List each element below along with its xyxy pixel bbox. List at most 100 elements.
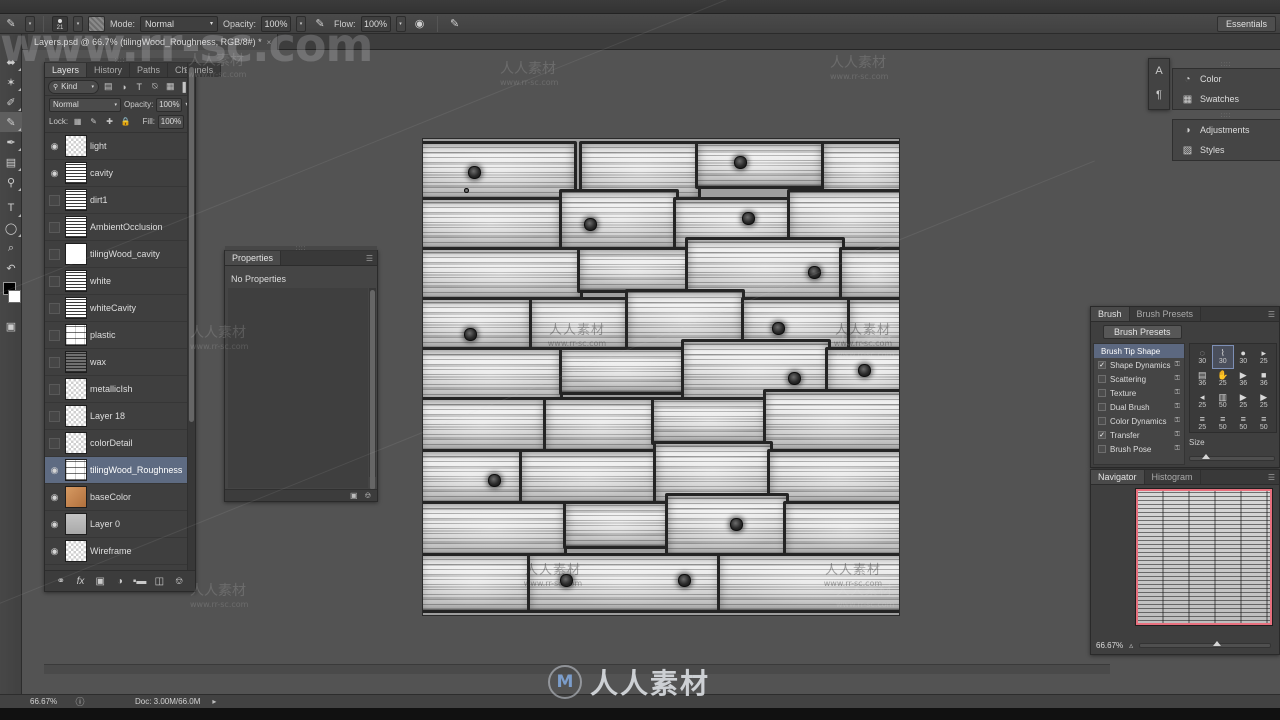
filter-type-layers-icon[interactable]: T <box>133 80 146 94</box>
layer-visibility-off-icon[interactable] <box>47 384 62 395</box>
background-color-swatch[interactable] <box>8 290 21 303</box>
layer-visibility-eye-icon[interactable]: ◉ <box>47 492 62 503</box>
layer-row[interactable]: Layer 18 <box>45 403 195 430</box>
brush-tip-cell[interactable]: ◂ 25 <box>1192 390 1213 412</box>
tab-paths[interactable]: Paths <box>130 63 169 77</box>
layer-row[interactable]: white <box>45 268 195 295</box>
brush-presets-button[interactable]: Brush Presets <box>1103 325 1182 339</box>
brush-tip-cell[interactable]: ▶ 25 <box>1233 390 1254 412</box>
layer-row[interactable]: plastic <box>45 322 195 349</box>
checkbox-checked-icon[interactable]: ✓ <box>1098 431 1106 439</box>
brush-size-slider[interactable] <box>1189 454 1275 461</box>
layer-thumbnail[interactable] <box>65 486 87 508</box>
lock-icon[interactable]: ⚿ <box>1175 417 1180 425</box>
layer-visibility-off-icon[interactable] <box>47 330 62 341</box>
tool-brush[interactable]: ✎ <box>0 112 22 132</box>
checkbox-icon[interactable] <box>1098 375 1106 383</box>
lock-image-pixels-icon[interactable]: ✎ <box>87 115 100 128</box>
checkbox-checked-icon[interactable]: ✓ <box>1098 361 1106 369</box>
layer-visibility-off-icon[interactable] <box>47 357 62 368</box>
brush-preset-picker-dropdown[interactable]: ▾ <box>73 15 83 32</box>
layer-visibility-eye-icon[interactable]: ◉ <box>47 168 62 179</box>
checkbox-icon[interactable] <box>1098 445 1106 453</box>
properties-mask-icon[interactable]: ▣ <box>350 491 358 500</box>
document-canvas[interactable]: 人人素材 www.rr-sc.com 人人素材 www.rr-sc.com 人人… <box>422 138 900 616</box>
paragraph-panel-icon[interactable]: ¶ <box>1149 83 1169 107</box>
layer-row[interactable]: ◉ Layer 0 <box>45 511 195 538</box>
new-group-icon[interactable]: ▪▬ <box>133 576 147 587</box>
layers-scrollbar[interactable] <box>187 63 195 591</box>
layer-row[interactable]: ◉ baseColor <box>45 484 195 511</box>
properties-delete-icon[interactable]: ⎊ <box>365 491 371 501</box>
layer-thumbnail[interactable] <box>65 459 87 481</box>
navigator-view-box[interactable] <box>1136 489 1272 625</box>
dock-item-swatches[interactable]: ▦ Swatches <box>1173 89 1280 109</box>
layer-thumbnail[interactable] <box>65 216 87 238</box>
color-swatches[interactable] <box>0 282 22 308</box>
lock-position-icon[interactable]: ✚ <box>103 115 116 128</box>
tool-ellipse-shape[interactable]: ◯ <box>0 218 22 238</box>
dock-item-adjustments[interactable]: ◑ Adjustments <box>1173 120 1280 140</box>
layer-list[interactable]: ◉ light ◉ cavity dirt1 AmbientOcclusion tiling… <box>45 132 195 569</box>
layer-row[interactable]: ◉ light <box>45 133 195 160</box>
brush-tip-cell[interactable]: ▥ 50 <box>1213 390 1234 412</box>
layer-row[interactable]: whiteCavity <box>45 295 195 322</box>
layer-thumbnail[interactable] <box>65 513 87 535</box>
flow-dropdown[interactable]: ▾ <box>395 15 406 32</box>
dock-item-color[interactable]: ◔ Color <box>1173 69 1280 89</box>
layer-visibility-eye-icon[interactable]: ◉ <box>47 141 62 152</box>
brush-tip-cell[interactable]: ● 30 <box>1233 346 1254 368</box>
link-layers-icon[interactable]: ⚭ <box>54 576 68 587</box>
brush-tip-cell[interactable]: ■ 36 <box>1254 368 1275 390</box>
status-zoom-value[interactable]: 66.67% <box>30 697 70 706</box>
filter-adjustment-layers-icon[interactable]: ◑ <box>118 80 131 94</box>
layer-thumbnail[interactable] <box>65 405 87 427</box>
layer-visibility-off-icon[interactable] <box>47 411 62 422</box>
panel-menu-icon[interactable]: ☰ <box>1268 310 1275 319</box>
close-icon[interactable]: × <box>267 38 272 47</box>
lock-icon[interactable]: ⚿ <box>1175 389 1180 397</box>
layer-thumbnail[interactable] <box>65 162 87 184</box>
layer-row[interactable]: colorDetail <box>45 430 195 457</box>
layer-visibility-eye-icon[interactable]: ◉ <box>47 465 62 476</box>
tab-brush-presets[interactable]: Brush Presets <box>1129 307 1202 321</box>
status-menu-arrow-icon[interactable]: ▸ <box>212 697 216 706</box>
tab-properties[interactable]: Properties <box>225 251 282 265</box>
tab-history[interactable]: History <box>87 63 131 77</box>
layer-visibility-eye-icon[interactable]: ◉ <box>47 546 62 557</box>
layer-row[interactable]: ◉ tilingWood_Roughness <box>45 457 195 484</box>
status-info-icon[interactable]: ⓘ <box>70 695 90 708</box>
tool-zoom[interactable]: ⌕ <box>0 238 22 258</box>
tab-brush[interactable]: Brush <box>1091 307 1130 321</box>
workspace-switcher[interactable]: Essentials <box>1216 16 1276 32</box>
character-panel-icon[interactable]: A <box>1149 59 1169 83</box>
tool-preset-dropdown[interactable]: ▾ <box>25 15 35 32</box>
tab-histogram[interactable]: Histogram <box>1144 470 1201 484</box>
brush-tip-cell[interactable]: ◌ 30 <box>1192 346 1213 368</box>
layer-visibility-eye-icon[interactable]: ◉ <box>47 519 62 530</box>
brush-tip-cell[interactable]: ≡ 50 <box>1254 412 1275 434</box>
layer-visibility-off-icon[interactable] <box>47 195 62 206</box>
layer-thumbnail[interactable] <box>65 243 87 265</box>
new-layer-icon[interactable]: ◫ <box>152 576 166 587</box>
tool-type[interactable]: T <box>0 198 22 218</box>
dock-item-styles[interactable]: ▨ Styles <box>1173 140 1280 160</box>
lock-icon[interactable]: ⚿ <box>1175 445 1180 453</box>
flow-value[interactable]: 100% <box>360 15 391 32</box>
horizontal-scrollbar[interactable] <box>44 664 1110 674</box>
brush-tip-cell[interactable]: ▸ 25 <box>1254 346 1275 368</box>
brush-option-item[interactable]: Brush Pose ⚿ <box>1094 442 1184 456</box>
layer-thumbnail[interactable] <box>65 297 87 319</box>
brush-tip-cell[interactable]: ▤ 36 <box>1192 368 1213 390</box>
layer-visibility-off-icon[interactable] <box>47 438 62 449</box>
brush-option-item[interactable]: Color Dynamics ⚿ <box>1094 414 1184 428</box>
layer-opacity-value[interactable]: 100% <box>156 97 183 112</box>
layer-style-fx-icon[interactable]: fx <box>74 576 88 587</box>
layer-thumbnail[interactable] <box>65 324 87 346</box>
zoom-out-icon[interactable]: ▵ <box>1129 641 1133 650</box>
layer-row[interactable]: ◉ cavity <box>45 160 195 187</box>
navigator-zoom-value[interactable]: 66.67% <box>1096 641 1123 650</box>
brush-preset-panel-toggle[interactable] <box>88 15 105 32</box>
layer-filter-kind-select[interactable]: ⚲ Kind ▾ <box>48 79 100 94</box>
brush-options-list[interactable]: Brush Tip Shape ✓ Shape Dynamics ⚿ Scatterin… <box>1093 343 1185 465</box>
